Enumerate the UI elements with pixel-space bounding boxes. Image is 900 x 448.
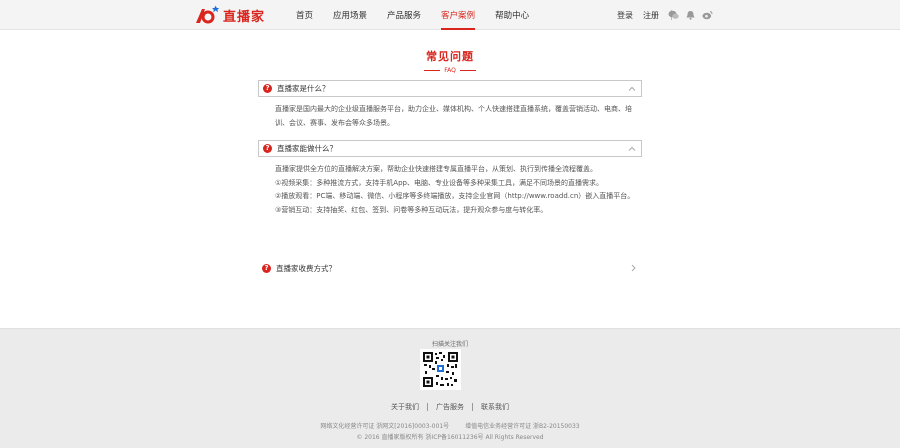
weibo-icon[interactable]	[702, 9, 713, 20]
faq-answer: 直播家提供全方位的直播解决方案，帮助企业快速搭建专属直播平台，从策划、执行到传播…	[258, 157, 642, 217]
nav-item-home[interactable]: 首页	[296, 9, 313, 21]
chevron-right-icon	[631, 264, 636, 272]
faq-answer-paragraph: ①视频采集：多种推流方式，支持手机App、电脑、专业设备等多种采集工具，满足不同…	[275, 178, 603, 187]
site-logo[interactable]: 直播家	[194, 4, 265, 26]
icp-license-right: 增值电信业务经营许可证 浙B2-20150033	[465, 423, 580, 430]
faq-question-header[interactable]: ? 直播家是什么？	[258, 80, 642, 97]
footer-links: 关于我们 广告服务 联系我们	[0, 402, 900, 412]
wechat-icon[interactable]	[668, 9, 679, 20]
social-icons	[668, 9, 719, 20]
faq-question-header[interactable]: ? 直播家收费方式？	[258, 260, 642, 277]
logo-mark-icon	[194, 5, 220, 25]
faq-answer-paragraph: 直播家提供全方位的直播解决方案，帮助企业快速搭建专属直播平台，从策划、执行到传播…	[275, 165, 597, 173]
footer-link-ads[interactable]: 广告服务	[436, 402, 464, 412]
nav-item-cases[interactable]: 客户案例	[441, 9, 476, 30]
nav-item-products[interactable]: 产品服务	[387, 9, 421, 21]
qr-label: 扫描关注我们	[431, 341, 468, 348]
faq-answer: 直播家是国内最大的企业级直播服务平台，助力企业、媒体机构、个人快速搭建直播系统，…	[258, 97, 642, 130]
logo-text: 直播家	[223, 9, 266, 25]
faq-question: 直播家是什么？	[277, 84, 330, 93]
nav-item-scenarios[interactable]: 应用场景	[333, 9, 367, 21]
chevron-up-icon	[628, 86, 636, 91]
faq-item: ? 直播家收费方式？	[258, 260, 642, 277]
faq-question: 直播家能做什么？	[277, 144, 337, 153]
footer-link-contact[interactable]: 联系我们	[481, 402, 509, 412]
faq-answer-paragraph: ③营销互动：支持抽奖、红包、签到、问卷等多种互动玩法，提升观众参与度与转化率。	[275, 205, 548, 214]
faq-answer-paragraph: ②播放观看：PC端、移动端、微信、小程序等多终端播放，支持企业官网（http:/…	[275, 192, 635, 200]
top-header: 直播家 首页 应用场景 产品服务 客户案例 帮助中心 登录 注册	[0, 0, 900, 30]
qr-code-icon	[420, 349, 461, 390]
footer-link-about[interactable]: 关于我们	[391, 402, 419, 412]
page-subtitle: FAQ	[0, 67, 900, 74]
nav-item-help[interactable]: 帮助中心	[495, 9, 529, 21]
faq-item: ? 直播家是什么？ 直播家是国内最大的企业级直播服务平台，助力企业、媒体机构、个…	[258, 80, 642, 130]
footer-info: 网络文化经营许可证 浙网文[2016]0003-001号 增值电信业务经营许可证…	[0, 421, 900, 443]
faq-answer-paragraph: 直播家是国内最大的企业级直播服务平台，助力企业、媒体机构、个人快速搭建直播系统，…	[275, 105, 632, 127]
register-link[interactable]: 注册	[643, 10, 659, 21]
main-nav: 首页 应用场景 产品服务 客户案例 帮助中心	[296, 0, 549, 30]
copyright: © 2016 直播家版权所有 浙ICP备16011236号 All Rights…	[356, 434, 544, 441]
question-icon: ?	[263, 84, 272, 93]
question-icon: ?	[262, 264, 271, 273]
faq-question: 直播家收费方式？	[276, 264, 336, 273]
bell-icon[interactable]	[685, 9, 696, 20]
chevron-up-icon	[628, 146, 636, 151]
faq-section-title: 常见问题 FAQ	[0, 48, 900, 74]
site-footer: 扫描关注我们 关于我们 广告服务 联系我们 网络文化经营许可证 浙网文[2016…	[0, 328, 900, 448]
icp-license-left: 网络文化经营许可证 浙网文[2016]0003-001号	[320, 423, 450, 430]
faq-question-header[interactable]: ? 直播家能做什么？	[258, 140, 642, 157]
question-icon: ?	[263, 144, 272, 153]
login-link[interactable]: 登录	[617, 10, 633, 21]
faq-item: ? 直播家能做什么？ 直播家提供全方位的直播解决方案，帮助企业快速搭建专属直播平…	[258, 140, 642, 217]
page-title: 常见问题	[426, 50, 474, 63]
